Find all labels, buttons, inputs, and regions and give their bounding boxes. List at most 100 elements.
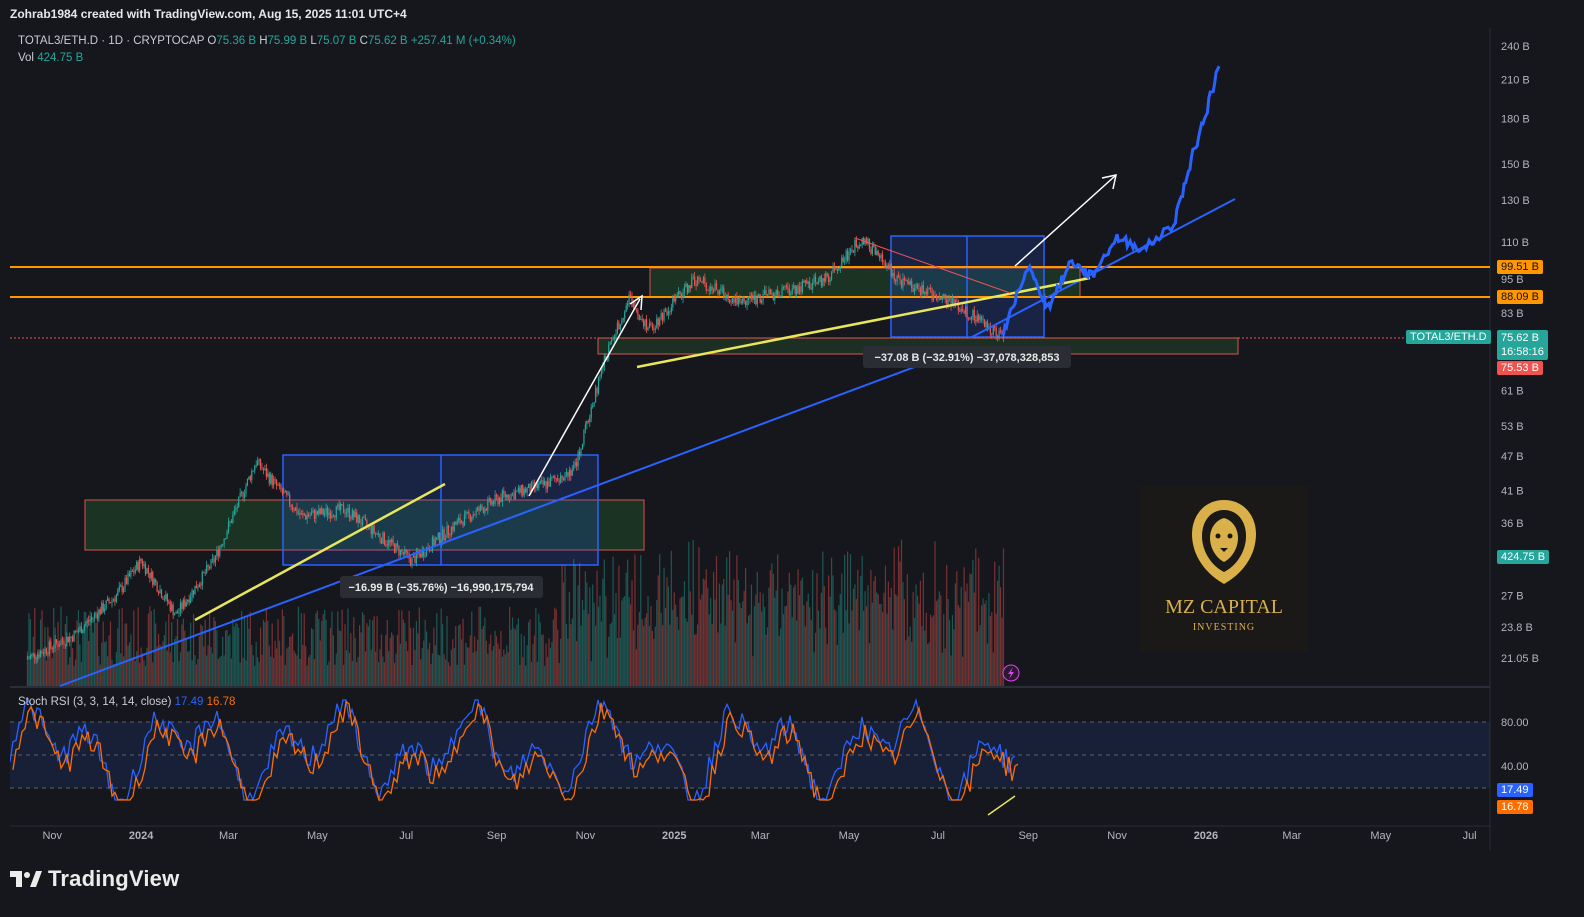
candle-body	[443, 529, 445, 540]
volume-bar	[632, 630, 635, 686]
candle-body	[797, 285, 799, 294]
candle-body	[191, 590, 193, 598]
volume-legend[interactable]: Vol 424.75 B	[18, 52, 83, 64]
candle-body	[621, 320, 623, 325]
volume-bar	[525, 665, 527, 686]
volume-bar	[452, 639, 454, 686]
candle-body	[629, 294, 632, 297]
candle-body	[643, 320, 645, 327]
volume-bar	[187, 651, 189, 686]
candle-body	[163, 599, 166, 600]
volume-bar	[739, 602, 741, 686]
tradingview-brand[interactable]: TradingView	[10, 866, 179, 892]
price-tick: 23.8 B	[1501, 622, 1533, 634]
candle-body	[590, 406, 592, 418]
stoch-legend[interactable]: Stoch RSI (3, 3, 14, 14, close) 17.49 16…	[18, 696, 235, 708]
volume-bar	[953, 629, 955, 686]
candle-body	[227, 522, 230, 533]
volume-bar	[670, 550, 672, 686]
candle-body	[125, 577, 128, 584]
volume-bar	[92, 632, 94, 686]
candle-body	[64, 644, 66, 646]
candle-body	[740, 301, 742, 304]
candle-body	[143, 564, 145, 567]
candle-body	[192, 590, 195, 595]
volume-bar	[769, 570, 771, 686]
volume-bar	[879, 604, 881, 686]
volume-bar	[335, 653, 337, 686]
volume-bar	[198, 636, 200, 686]
volume-bar	[302, 645, 304, 686]
volume-bar	[804, 626, 806, 686]
volume-bar	[819, 628, 821, 686]
volume-bar	[806, 601, 808, 686]
candle-body	[903, 278, 906, 281]
time-tick: 2025	[662, 830, 686, 842]
volume-bar	[717, 632, 719, 686]
volume-bar	[278, 640, 281, 686]
chart-canvas[interactable]: −16.99 B (−35.76%) −16,990,175,794 −37.0…	[10, 28, 1558, 850]
volume-bar	[527, 622, 530, 686]
volume-bar	[51, 658, 53, 686]
volume-bar	[830, 557, 833, 686]
volume-bar	[867, 585, 869, 686]
volume-bar	[781, 588, 783, 686]
candle-body	[345, 512, 348, 514]
volume-bar	[389, 637, 391, 686]
volume-bar	[334, 664, 336, 686]
volume-bar	[399, 643, 401, 686]
volume-bar	[733, 579, 735, 686]
candle-body	[363, 517, 365, 518]
time-tick: 2026	[1194, 830, 1218, 842]
candle-body	[224, 538, 227, 540]
candle-body	[306, 515, 308, 520]
volume-bar	[756, 571, 758, 686]
candle-body	[612, 338, 614, 341]
volume-bar	[503, 649, 505, 686]
candle-body	[96, 614, 99, 619]
lightning-icon[interactable]	[1002, 664, 1020, 682]
volume-bar	[363, 614, 365, 686]
volume-bar	[699, 599, 702, 686]
volume-bar	[558, 662, 560, 686]
volume-bar	[675, 604, 677, 686]
candle-body	[309, 515, 311, 517]
volume-bar	[280, 655, 282, 686]
candle-body	[219, 547, 221, 557]
volume-bar	[472, 652, 474, 686]
candle-body	[262, 469, 265, 471]
volume-bar	[903, 599, 906, 686]
candle-body	[937, 298, 939, 300]
candle-body	[409, 558, 412, 565]
volume-bar	[342, 665, 345, 686]
volume-bar	[679, 598, 681, 686]
volume-bar	[58, 644, 61, 686]
candle-body	[471, 517, 473, 521]
tradingview-wordmark: TradingView	[48, 866, 180, 891]
volume-bar	[661, 625, 664, 686]
volume-bar	[41, 610, 43, 686]
candle-body	[166, 594, 168, 602]
candle-body	[123, 588, 125, 592]
candle-body	[548, 481, 550, 487]
volume-bar	[982, 598, 984, 686]
volume-bar	[277, 619, 279, 686]
time-tick: Nov	[42, 830, 62, 842]
candle-body	[794, 285, 796, 294]
candle-body	[517, 487, 519, 491]
candle-body	[832, 265, 834, 273]
candle-body	[613, 336, 616, 339]
time-tick: Nov	[1107, 830, 1127, 842]
candle-body	[334, 516, 336, 518]
candle-body	[160, 589, 163, 598]
candle-body	[838, 268, 840, 271]
symbol-label[interactable]: TOTAL3/ETH.D · 1D · CRYPTOCAP	[18, 35, 204, 47]
volume-bar	[765, 634, 767, 686]
candle-body	[498, 497, 501, 505]
ohlc-legend[interactable]: TOTAL3/ETH.D · 1D · CRYPTOCAP O75.36 B H…	[18, 35, 516, 47]
volume-bar	[745, 567, 747, 686]
candle-body	[670, 307, 672, 312]
volume-bar	[190, 622, 192, 686]
volume-bar	[807, 593, 809, 686]
candle-body	[504, 493, 506, 498]
